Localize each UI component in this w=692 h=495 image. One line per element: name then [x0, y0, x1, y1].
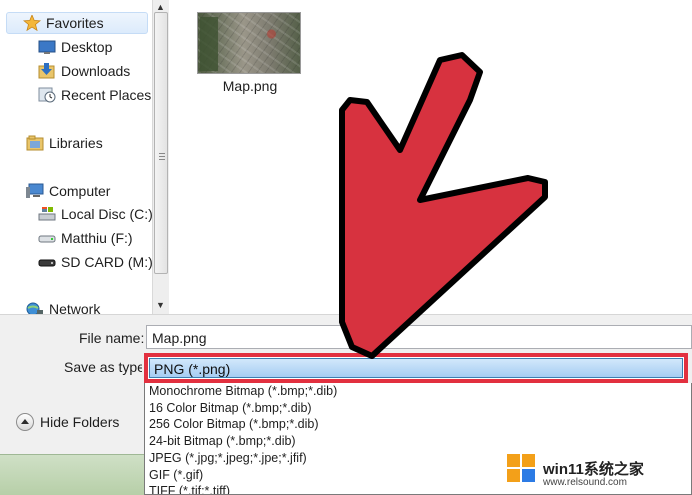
nav-item-matthiu[interactable]: Matthiu (F:) — [38, 227, 133, 249]
dropdown-option[interactable]: 256 Color Bitmap (*.bmp;*.dib) — [149, 417, 319, 431]
file-name-input[interactable]: Map.png — [146, 325, 692, 349]
nav-item-downloads[interactable]: Downloads — [38, 60, 130, 82]
computer-icon — [26, 183, 44, 199]
scrollbar-thumb[interactable] — [154, 12, 168, 274]
scroll-up-arrow-icon[interactable]: ▲ — [156, 2, 165, 12]
nav-item-label: Desktop — [61, 39, 113, 55]
taskbar-strip — [0, 454, 144, 495]
dropdown-option[interactable]: TIFF (*.tif;*.tiff) — [149, 484, 230, 494]
removable-drive-icon — [38, 230, 56, 246]
save-type-highlight: PNG (*.png) — [144, 353, 688, 383]
hide-folders-label: Hide Folders — [40, 414, 120, 430]
recent-places-icon — [38, 87, 56, 103]
nav-item-label: Matthiu (F:) — [61, 230, 133, 246]
watermark-url: www.relsound.com — [543, 477, 627, 488]
downloads-icon — [38, 63, 56, 79]
nav-item-label: Local Disc (C:) — [61, 206, 153, 222]
dropdown-option[interactable]: 24-bit Bitmap (*.bmp;*.dib) — [149, 434, 296, 448]
file-name-label: Map.png — [222, 78, 278, 94]
nav-item-desktop[interactable]: Desktop — [38, 36, 112, 58]
nav-item-local-disc[interactable]: Local Disc (C:) — [38, 203, 153, 225]
nav-item-label: Computer — [49, 183, 111, 199]
desktop-icon — [38, 39, 56, 55]
save-type-select[interactable]: PNG (*.png) — [149, 358, 683, 378]
watermark-text: win11系统之家 — [543, 460, 644, 478]
save-type-field-label: Save as type: — [64, 359, 142, 375]
map-thumbnail — [197, 12, 301, 74]
watermark-logo: win11系统之家 www.relsound.com — [505, 448, 692, 488]
hide-folders-button[interactable]: Hide Folders — [16, 412, 119, 432]
nav-item-label: Favorites — [46, 15, 104, 31]
nav-item-libraries[interactable]: Libraries — [26, 132, 103, 154]
hard-drive-icon — [38, 206, 56, 222]
dropdown-option[interactable]: Monochrome Bitmap (*.bmp;*.dib) — [149, 384, 337, 398]
sd-card-icon — [38, 254, 56, 270]
nav-item-label: Recent Places — [61, 87, 152, 103]
chevron-up-icon — [16, 413, 34, 431]
nav-item-computer[interactable]: Computer — [26, 180, 110, 202]
nav-item-label: Libraries — [49, 135, 103, 151]
scroll-down-arrow-icon[interactable]: ▼ — [156, 300, 165, 310]
nav-item-favorites[interactable]: Favorites — [6, 12, 148, 34]
nav-scrollbar[interactable]: ▲ ▼ — [152, 0, 169, 314]
file-list-area: Map.png — [170, 0, 692, 318]
libraries-icon — [26, 135, 44, 151]
nav-item-recent-places[interactable]: Recent Places — [38, 84, 151, 106]
dropdown-option[interactable]: 16 Color Bitmap (*.bmp;*.dib) — [149, 401, 312, 415]
dropdown-option[interactable]: GIF (*.gif) — [149, 468, 203, 482]
windows-logo-icon — [507, 454, 535, 482]
file-name-field-label: File name: — [79, 330, 145, 346]
star-icon — [22, 13, 42, 32]
nav-item-label: Downloads — [61, 63, 131, 79]
navigation-pane: Favorites Desktop Downloads Recent Place… — [0, 0, 170, 318]
nav-item-label: SD CARD (M:) — [61, 254, 153, 270]
dropdown-option[interactable]: JPEG (*.jpg;*.jpeg;*.jpe;*.jfif) — [149, 451, 307, 465]
nav-item-sd-card[interactable]: SD CARD (M:) — [38, 251, 153, 273]
